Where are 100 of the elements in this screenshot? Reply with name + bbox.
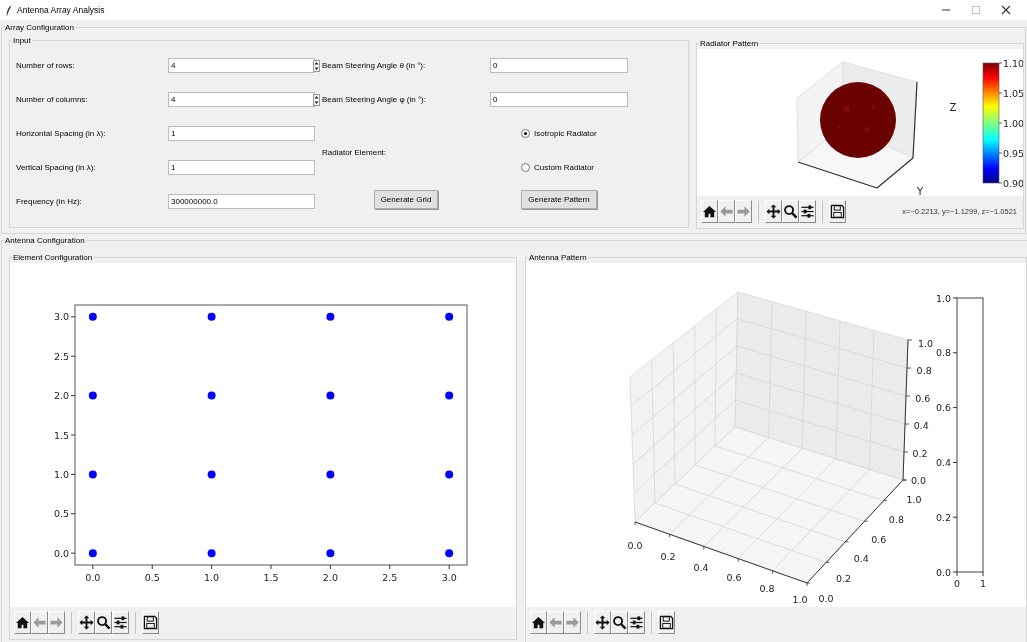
tick-label: 1.05	[1003, 87, 1023, 99]
input-field[interactable]: 1	[168, 126, 315, 141]
pan-button[interactable]	[594, 611, 611, 634]
home-button[interactable]	[14, 611, 31, 634]
tick-label: 0.0	[85, 572, 101, 583]
frame-label: Antenna Configuration	[4, 235, 86, 246]
tick-label: 1.00	[1003, 117, 1023, 129]
home-icon	[702, 204, 717, 219]
tick-label: 0.0	[53, 547, 69, 559]
tick-label: 0.6	[726, 572, 742, 584]
tick-label: 0.0	[627, 540, 643, 551]
tick-label: 0.6	[935, 402, 951, 414]
search-icon	[783, 204, 798, 219]
save-button[interactable]	[142, 611, 159, 634]
sliders-icon	[113, 615, 128, 630]
tick-label: 0.90	[1003, 177, 1023, 189]
input-field[interactable]: 1	[168, 160, 315, 175]
data-point	[326, 470, 335, 479]
data-point	[326, 391, 335, 400]
field-label: Beam Steering Angle φ (in °):	[322, 94, 427, 106]
save-button[interactable]	[829, 200, 846, 223]
tick-label: 0.0	[818, 593, 834, 604]
data-point	[207, 549, 216, 558]
generate-button[interactable]: Generate Pattern	[521, 190, 597, 209]
radio-label: Isotropic Radiator	[534, 128, 597, 140]
home-button[interactable]	[530, 611, 547, 634]
configure-button[interactable]	[799, 200, 816, 223]
spin-arrows-icon	[313, 93, 320, 106]
radio-button[interactable]	[521, 163, 530, 172]
save-icon	[143, 615, 158, 630]
feather-icon	[6, 4, 12, 16]
data-point	[88, 312, 97, 321]
tick-label: 0.0	[911, 475, 927, 486]
window-title: Antenna Array Analysis	[17, 4, 105, 16]
input-field[interactable]: 0	[490, 58, 628, 73]
data-point	[207, 470, 216, 479]
arrow-right-icon	[736, 204, 751, 219]
zoom-button[interactable]	[782, 200, 799, 223]
zoom-button[interactable]	[95, 611, 112, 634]
data-point	[207, 312, 216, 321]
spinbox[interactable]: 4	[168, 92, 315, 107]
move-icon	[766, 204, 781, 219]
arrow-right-icon	[565, 615, 580, 630]
radio-button[interactable]	[521, 129, 530, 138]
save-icon	[830, 204, 845, 219]
save-button[interactable]	[658, 611, 675, 634]
generate-button[interactable]: Generate Grid	[373, 190, 439, 209]
frame-label: Antenna Pattern	[528, 252, 588, 263]
home-icon	[15, 615, 30, 630]
home-button[interactable]	[701, 200, 718, 223]
field-label: Number of rows:	[16, 60, 76, 72]
tick-label: 0.8	[935, 347, 951, 359]
tick-label: 1.5	[53, 429, 69, 441]
tick-label: 0.95	[1003, 147, 1023, 159]
pan-button[interactable]	[765, 200, 782, 223]
input-field[interactable]: 0	[490, 92, 628, 107]
tick-label: 2.0	[322, 572, 338, 583]
tick-label: 0.2	[935, 511, 951, 523]
radio-label: Custom Radiator	[534, 162, 595, 174]
tick-label: 3.0	[441, 572, 457, 583]
pan-button[interactable]	[78, 611, 95, 634]
move-icon	[79, 615, 94, 630]
tick-label: 0.8	[888, 513, 904, 525]
tick-label: 2.5	[53, 350, 69, 362]
sliders-icon	[629, 615, 644, 630]
configure-button[interactable]	[628, 611, 645, 634]
arrow-left-icon	[719, 204, 734, 219]
field-label: Radiator Element:	[322, 146, 388, 159]
axis-label: Y	[916, 186, 924, 196]
frame-label: Radiator Pattern	[699, 38, 760, 49]
data-point	[88, 549, 97, 558]
spin-arrows-icon	[313, 59, 320, 72]
data-point	[445, 312, 454, 321]
tick-label: 0.4	[853, 553, 869, 565]
tick-label: 2.0	[53, 390, 69, 402]
tick-label: 0.4	[935, 456, 951, 468]
input-field[interactable]: 300000000.0	[168, 194, 315, 209]
tick-label: 0.5	[144, 572, 160, 583]
arrow-left-icon	[548, 615, 563, 630]
tick-label: 1.10	[1003, 57, 1023, 69]
tick-label: 1.5	[263, 572, 279, 583]
home-icon	[531, 615, 546, 630]
frame-label: Element Configuration	[12, 252, 94, 263]
zoom-button[interactable]	[611, 611, 628, 634]
tick-label: 1.0	[935, 292, 951, 304]
arrow-right-icon	[49, 615, 64, 630]
move-icon	[595, 615, 610, 630]
tick-label: 1.0	[792, 594, 808, 605]
data-point	[445, 549, 454, 558]
spinbox[interactable]: 4	[168, 58, 315, 73]
data-point	[326, 549, 335, 558]
tick-label: 1.0	[918, 338, 934, 349]
field-label: Horizontal Spacing (in λ):	[16, 128, 107, 140]
axis-label: Z	[949, 102, 957, 113]
field-label: Frequency (in Hz):	[16, 196, 83, 208]
tick-label: 2.5	[382, 572, 398, 583]
tick-label: 0.5	[53, 508, 69, 520]
field-label: Number of columns:	[16, 94, 89, 106]
configure-button[interactable]	[112, 611, 129, 634]
tick-label: 3.0	[53, 311, 69, 323]
